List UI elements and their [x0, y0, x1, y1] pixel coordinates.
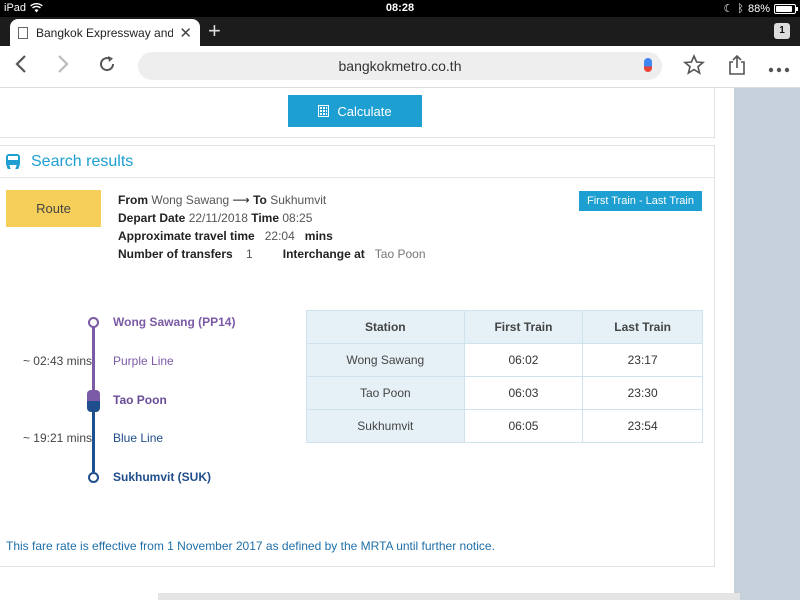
- purple-line-segment: [92, 323, 95, 397]
- last-train-cell: 23:54: [582, 409, 703, 443]
- segment-duration: ~ 19:21 mins: [22, 431, 92, 445]
- line-name: Blue Line: [113, 431, 164, 445]
- depart-date-value: 22/11/2018: [188, 211, 248, 225]
- first-train-cell: 06:02: [463, 343, 584, 377]
- share-icon[interactable]: [724, 54, 750, 80]
- interchange-label: Interchange at: [282, 247, 365, 261]
- column-header: Last Train: [582, 310, 703, 344]
- station-label: Tao Poon: [113, 393, 167, 407]
- table-row: Tao Poon 06:03 23:30: [306, 376, 703, 410]
- to-label: To: [253, 193, 267, 207]
- time-value: 08:25: [282, 211, 313, 225]
- train-icon: [6, 154, 20, 169]
- timetable: Station First Train Last Train Wong Sawa…: [306, 310, 703, 443]
- station-label: Sukhumvit (SUK): [113, 470, 212, 484]
- station-cell: Tao Poon: [306, 376, 465, 410]
- table-row: Wong Sawang 06:02 23:17: [306, 343, 703, 377]
- travel-time-label: Approximate travel time: [118, 229, 255, 243]
- transfers-row: Number of transfers 1 Interchange at Tao…: [118, 245, 426, 263]
- depart-row: Depart Date 22/11/2018 Time 08:25: [118, 209, 426, 227]
- status-right: ☾ ᛒ 88%: [723, 2, 798, 15]
- reload-icon[interactable]: [94, 54, 120, 80]
- results-header: Search results: [0, 146, 714, 178]
- browser-toolbar: i bangkokmetro.co.th: [0, 46, 800, 108]
- route-badge: Route: [6, 190, 101, 227]
- results-title: Search results: [31, 152, 134, 170]
- first-last-train-button[interactable]: First Train - Last Train: [579, 191, 702, 211]
- station-label: Wong Sawang (PP14): [113, 315, 236, 329]
- page-icon: [18, 26, 28, 39]
- station-cell: Sukhumvit: [306, 409, 465, 443]
- battery-percent: 88%: [747, 2, 770, 15]
- calculate-label: Calculate: [337, 103, 392, 119]
- to-value: Sukhumvit: [270, 193, 327, 207]
- interchange-node: [87, 390, 100, 412]
- station-node: [88, 472, 99, 483]
- timetable-header-row: Station First Train Last Train: [306, 310, 703, 344]
- browser-tab[interactable]: Bangkok Expressway and M ✕: [10, 19, 200, 46]
- web-page: Calculate Search results Route From Wong…: [0, 88, 800, 600]
- blue-line-segment: [92, 404, 95, 472]
- column-header: Station: [306, 310, 465, 344]
- tab-count-button[interactable]: 1: [774, 23, 790, 39]
- url-bar[interactable]: i bangkokmetro.co.th: [138, 52, 662, 108]
- trip-summary: From Wong Sawang ⟶ To Sukhumvit Depart D…: [118, 191, 426, 263]
- station-cell: Wong Sawang: [306, 343, 465, 377]
- travel-time-value: 22:04: [264, 229, 295, 243]
- column-header: First Train: [463, 310, 584, 344]
- moon-icon: ☾: [723, 3, 734, 15]
- microphone-icon[interactable]: [644, 58, 652, 72]
- calculator-icon: [318, 105, 330, 117]
- from-value: Wong Sawang: [151, 193, 230, 207]
- url-text: bangkokmetro.co.th: [338, 58, 462, 74]
- more-icon[interactable]: [766, 54, 792, 80]
- calculate-button[interactable]: Calculate: [288, 95, 422, 127]
- table-row: Sukhumvit 06:05 23:54: [306, 409, 703, 443]
- first-train-cell: 06:03: [463, 376, 584, 410]
- last-train-cell: 23:30: [582, 376, 703, 410]
- close-tab-icon[interactable]: ✕: [179, 24, 192, 42]
- page-side-gutter: [734, 88, 800, 600]
- last-train-cell: 23:17: [582, 343, 703, 377]
- status-time: 08:28: [385, 2, 415, 14]
- fare-note: This fare rate is effective from 1 Novem…: [6, 539, 495, 553]
- line-name: Purple Line: [113, 354, 174, 368]
- star-icon[interactable]: [681, 53, 707, 80]
- interchange-value: Tao Poon: [374, 247, 426, 261]
- battery-fill: [776, 5, 792, 12]
- travel-time-row: Approximate travel time 22:04 mins: [118, 227, 426, 245]
- new-tab-icon[interactable]: +: [208, 19, 221, 43]
- from-label: From: [118, 193, 148, 207]
- bluetooth-icon: ᛒ: [737, 2, 744, 15]
- tab-strip: Bangkok Expressway and M ✕ + 1: [0, 17, 800, 46]
- back-icon[interactable]: [8, 54, 34, 80]
- tab-title: Bangkok Expressway and M: [36, 25, 174, 40]
- calculator-panel: Calculate: [0, 88, 715, 138]
- depart-date-label: Depart Date: [118, 211, 186, 225]
- from-to-row: From Wong Sawang ⟶ To Sukhumvit: [118, 191, 426, 209]
- battery-icon: [774, 3, 798, 14]
- arrow-right-icon: ⟶: [232, 193, 250, 207]
- transfers-value: 1: [246, 247, 253, 261]
- forward-icon[interactable]: [50, 54, 76, 80]
- segment-duration: ~ 02:43 mins: [22, 354, 92, 368]
- station-node: [88, 317, 99, 328]
- time-label: Time: [251, 211, 280, 225]
- route-diagram: Wong Sawang (PP14) ~ 02:43 mins Purple L…: [0, 315, 300, 486]
- first-train-cell: 06:05: [463, 409, 584, 443]
- travel-unit: mins: [304, 229, 333, 243]
- search-results-panel: Search results Route From Wong Sawang ⟶ …: [0, 145, 715, 567]
- horizontal-scrollbar[interactable]: [158, 593, 740, 600]
- status-bar: iPad 08:28 ☾ ᛒ 88%: [0, 0, 800, 17]
- transfers-label: Number of transfers: [118, 247, 233, 261]
